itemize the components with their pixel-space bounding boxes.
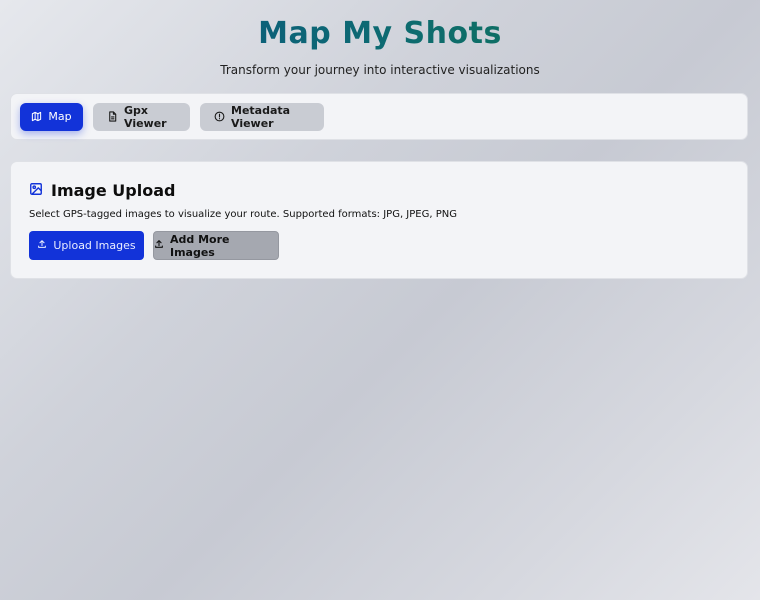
card-header: Image Upload (29, 180, 729, 200)
file-icon (107, 111, 118, 122)
map-icon (31, 111, 42, 122)
image-icon (29, 181, 43, 200)
tab-map-label: Map (48, 110, 72, 123)
tab-gpx-viewer[interactable]: Gpx Viewer (93, 102, 190, 131)
info-icon (214, 111, 225, 122)
upload-images-button[interactable]: Upload Images (29, 231, 144, 260)
image-upload-card: Image Upload Select GPS-tagged images to… (10, 161, 748, 279)
card-description: Select GPS-tagged images to visualize yo… (29, 209, 457, 220)
app-title: Map My Shots (0, 16, 760, 52)
tab-bar: Map Gpx Viewer Metadata Viewer (10, 93, 748, 140)
tab-gpx-viewer-label: Gpx Viewer (124, 103, 167, 130)
tab-metadata-viewer[interactable]: Metadata Viewer (200, 102, 324, 131)
tab-metadata-viewer-label: Metadata Viewer (231, 103, 291, 130)
app-header: Map My Shots Transform your journey into… (0, 0, 760, 77)
add-more-images-button[interactable]: Add More Images (153, 231, 279, 260)
card-title: Image Upload (51, 180, 176, 200)
upload-icon (37, 239, 47, 252)
upload-images-label: Upload Images (53, 239, 136, 252)
tab-map[interactable]: Map (20, 102, 83, 131)
add-more-images-label: Add More Images (170, 232, 230, 259)
upload-button-row: Upload Images Add More Images (29, 231, 729, 260)
upload-icon (154, 239, 164, 252)
app-subtitle: Transform your journey into interactive … (220, 63, 540, 77)
